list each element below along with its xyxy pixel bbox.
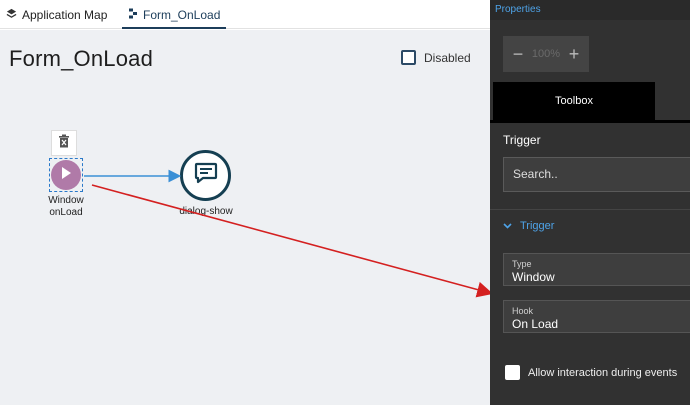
trash-icon <box>58 134 70 153</box>
action-node-label: dialog-show <box>179 206 233 217</box>
divider <box>490 209 690 210</box>
delete-button[interactable] <box>51 130 77 156</box>
tab-label: Form_OnLoad <box>143 7 221 22</box>
trigger-group-toggle[interactable]: Trigger <box>503 220 554 232</box>
chat-icon <box>194 162 218 189</box>
search-input[interactable]: Search.. <box>503 157 690 192</box>
trigger-circle <box>51 160 81 190</box>
tab-strip <box>490 120 690 123</box>
tab-label: Application Map <box>22 7 108 22</box>
flow-icon <box>128 8 138 22</box>
tab-application-map[interactable]: Application Map <box>6 0 107 29</box>
trigger-group-label: Trigger <box>520 220 555 232</box>
action-node[interactable] <box>180 150 231 201</box>
layers-icon <box>6 8 17 22</box>
tab-form-onload[interactable]: Form_OnLoad <box>122 0 227 29</box>
allow-interaction-checkbox[interactable] <box>505 365 520 380</box>
trigger-node-label: Window onLoad <box>40 195 92 219</box>
tab-bar: Application Map Form_OnLoad <box>0 0 490 29</box>
disabled-label: Disabled <box>424 50 471 65</box>
zoom-control: − 100% + <box>503 36 589 72</box>
zoom-level: 100% <box>531 48 561 60</box>
allow-interaction-label: Allow interaction during events <box>528 366 678 379</box>
hook-field-value: On Load <box>512 317 559 331</box>
trigger-label-line2: onLoad <box>49 207 83 218</box>
type-field-value: Window <box>512 270 555 284</box>
hook-field-label: Hook <box>512 306 534 316</box>
type-field-label: Type <box>512 259 532 269</box>
tab-toolbox[interactable]: Toolbox <box>493 82 655 120</box>
disabled-checkbox[interactable] <box>401 50 416 65</box>
chevron-down-icon <box>503 220 512 232</box>
trigger-label-line1: Window <box>48 195 84 206</box>
flow-canvas[interactable]: Form_OnLoad Disabled Window onLoad dialo… <box>0 30 490 405</box>
section-title: Trigger <box>503 133 541 147</box>
allow-interaction-toggle[interactable]: Allow interaction during events <box>505 365 677 380</box>
hook-field[interactable]: Hook On Load <box>503 300 690 333</box>
trigger-node[interactable] <box>49 158 83 192</box>
play-icon <box>60 166 72 185</box>
properties-panel: Properties − 100% + Toolbox Trigger Sear… <box>490 0 690 405</box>
page-title: Form_OnLoad <box>9 46 154 71</box>
panel-header[interactable]: Properties <box>490 0 690 20</box>
disabled-toggle[interactable]: Disabled <box>401 50 471 65</box>
zoom-in-button[interactable]: + <box>565 44 583 65</box>
zoom-out-button[interactable]: − <box>509 44 527 65</box>
type-field[interactable]: Type Window <box>503 253 690 286</box>
